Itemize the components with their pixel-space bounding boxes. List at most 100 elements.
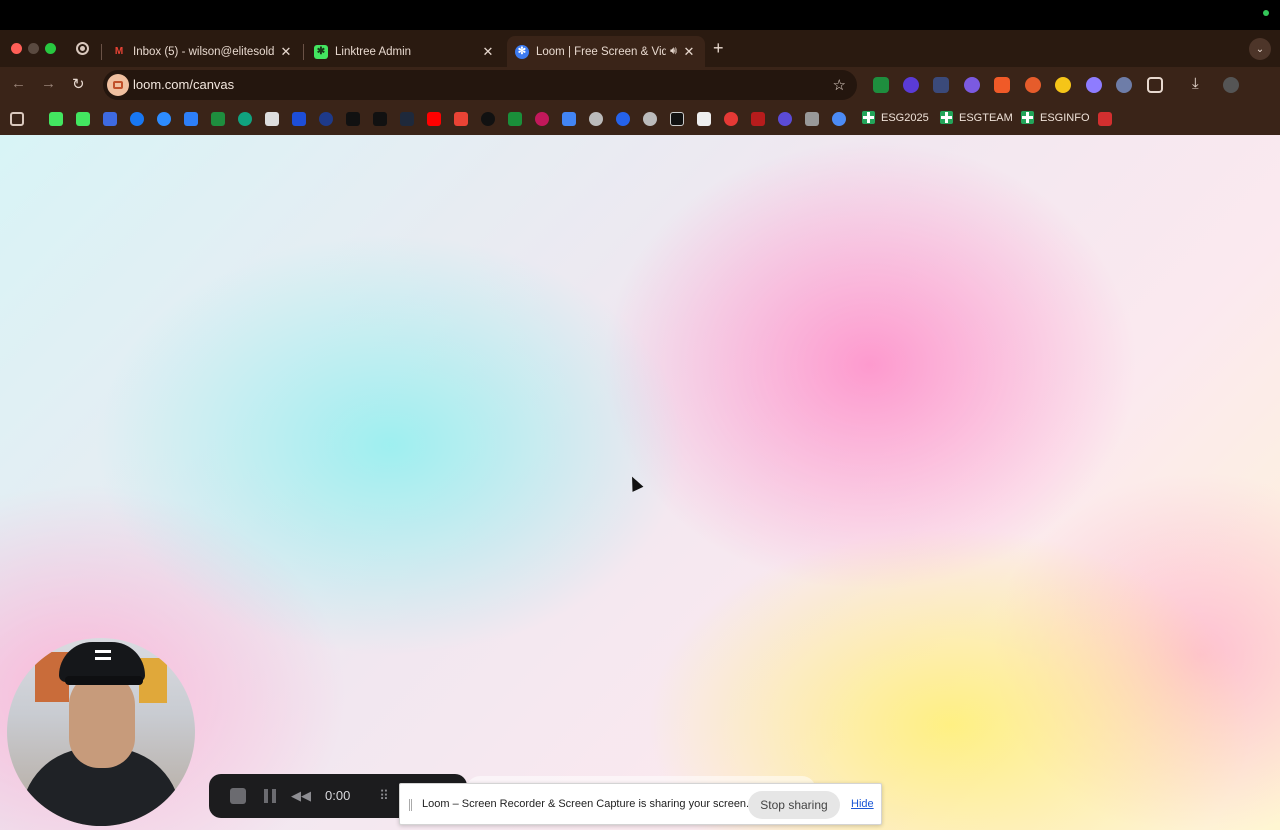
bookmark-f-icon[interactable]: [211, 112, 225, 126]
tab-title: Inbox (5) - wilson@elitesold.c: [133, 45, 274, 58]
bookmark-gemini-icon[interactable]: [832, 112, 846, 126]
bookmark-linktree-icon[interactable]: [76, 112, 90, 126]
screen-record-icon[interactable]: [76, 42, 89, 55]
bookmark-doc-icon[interactable]: [697, 112, 711, 126]
loom-icon: ✻: [515, 44, 529, 59]
downloads-icon[interactable]: ⤓: [1192, 75, 1199, 92]
sheets-icon: [940, 111, 953, 124]
bookmark-pdf-icon[interactable]: [1098, 112, 1112, 126]
bookmark-td-icon[interactable]: [616, 112, 630, 126]
reload-button[interactable]: ↻: [72, 75, 85, 93]
tab-strip: M Inbox (5) - wilson@elitesold.c ✕ ✱ Lin…: [0, 30, 1280, 67]
bookmark-x-icon[interactable]: [292, 112, 306, 126]
bookmark-esginfo[interactable]: ESGINFO: [1021, 111, 1090, 124]
extension-smile-icon[interactable]: [1055, 77, 1071, 93]
tab-title: Linktree Admin: [335, 45, 412, 58]
bookmark-s-icon[interactable]: [130, 112, 144, 126]
bookmark-star-icon[interactable]: ☆: [833, 76, 846, 94]
extension-badge-icon[interactable]: [964, 77, 980, 93]
tab-divider: [101, 44, 102, 60]
hide-link[interactable]: Hide: [851, 798, 874, 810]
pause-recording-button[interactable]: [260, 786, 280, 806]
close-window-button[interactable]: [11, 43, 22, 54]
bookmark-label: ESG2025: [881, 111, 929, 124]
screen-sharing-notification: Loom – Screen Recorder & Screen Capture …: [399, 783, 882, 825]
extension-bug-icon[interactable]: [1025, 77, 1041, 93]
recording-timer: 0:00: [325, 788, 351, 803]
bookmark-icon[interactable]: [103, 112, 117, 126]
bookmark-o-icon[interactable]: [778, 112, 792, 126]
drag-grip-icon[interactable]: [409, 799, 412, 811]
bookmark-f-icon[interactable]: [670, 112, 684, 126]
bookmark-x-icon[interactable]: [373, 112, 387, 126]
sheets-icon: [1021, 111, 1034, 124]
sharing-message: Loom – Screen Recorder & Screen Capture …: [422, 798, 750, 810]
bookmark-icon[interactable]: [535, 112, 549, 126]
stop-recording-button[interactable]: [228, 786, 248, 806]
bookmark-c-icon[interactable]: [157, 112, 171, 126]
stop-sharing-button[interactable]: Stop sharing: [748, 791, 840, 819]
bookmarks-bar: ESG2025 ESGTEAM ESGINFO: [0, 103, 1280, 135]
bookmark-icon[interactable]: [805, 112, 819, 126]
extension-leaf-icon[interactable]: [1086, 77, 1102, 93]
linktree-icon: ✱: [314, 44, 328, 59]
close-tab-icon[interactable]: ✕: [278, 44, 294, 60]
system-menu-bar: [0, 0, 1280, 30]
bookmark-globe-icon[interactable]: [643, 112, 657, 126]
bookmark-cloud-icon[interactable]: [184, 112, 198, 126]
gmail-icon: M: [114, 46, 124, 57]
extensions-puzzle-icon[interactable]: [1147, 77, 1163, 93]
bookmark-icon[interactable]: [481, 112, 495, 126]
cap-logo-icon: [95, 650, 111, 660]
extension-circle-icon[interactable]: [903, 77, 919, 93]
apps-grid-icon[interactable]: [10, 112, 24, 126]
tab-loom[interactable]: ✻ Loom | Free Screen & Vide 🔊︎ ✕: [507, 36, 705, 67]
bookmark-youtube-icon[interactable]: [427, 112, 441, 126]
bookmark-globe-icon[interactable]: [589, 112, 603, 126]
bookmark-linktree-icon[interactable]: [49, 112, 63, 126]
minimize-window-button[interactable]: [28, 43, 39, 54]
back-button[interactable]: ←: [11, 75, 26, 92]
bookmark-x-icon[interactable]: [346, 112, 360, 126]
forward-button[interactable]: →: [41, 75, 56, 92]
drag-handle-icon[interactable]: ⠿: [374, 786, 394, 806]
audio-playing-icon[interactable]: 🔊︎: [670, 45, 677, 58]
tab-divider: [303, 44, 304, 60]
sheets-icon: [862, 111, 875, 124]
address-bar[interactable]: loom.com/canvas ☆: [103, 70, 857, 100]
browser-toolbar: ← → ↻ loom.com/canvas ☆ ⤓: [0, 67, 1280, 103]
browser-frame: M Inbox (5) - wilson@elitesold.c ✕ ✱ Lin…: [0, 30, 1280, 135]
bookmark-calendar-icon[interactable]: [562, 112, 576, 126]
camera-indicator-icon: [1263, 10, 1269, 16]
bookmark-chatgpt-icon[interactable]: [238, 112, 252, 126]
bookmark-o-icon[interactable]: [319, 112, 333, 126]
profile-avatar[interactable]: [1223, 77, 1239, 93]
presenter-face: [69, 672, 135, 768]
bookmark-esgteam[interactable]: ESGTEAM: [940, 111, 1013, 124]
site-info-icon[interactable]: [107, 74, 129, 96]
restart-recording-icon[interactable]: ◀◀: [291, 786, 311, 806]
maximize-window-button[interactable]: [45, 43, 56, 54]
bookmark-td-icon[interactable]: [508, 112, 522, 126]
close-tab-icon[interactable]: ✕: [480, 44, 496, 60]
new-tab-button[interactable]: +: [713, 38, 724, 59]
extension-menu-icon[interactable]: [1116, 77, 1132, 93]
extension-dots-icon[interactable]: [933, 77, 949, 93]
tab-linktree[interactable]: ✱ Linktree Admin ✕: [306, 36, 504, 67]
bookmark-esg2025[interactable]: ESG2025: [862, 111, 929, 124]
tab-title: Loom | Free Screen & Vide: [536, 45, 667, 58]
bookmark-label: ESGTEAM: [959, 111, 1013, 124]
bookmark-x-icon[interactable]: [400, 112, 414, 126]
extension-g-icon[interactable]: [994, 77, 1010, 93]
tab-gmail[interactable]: M Inbox (5) - wilson@elitesold.c ✕: [104, 36, 302, 67]
bookmark-square-icon[interactable]: [265, 112, 279, 126]
bookmark-maps-icon[interactable]: [454, 112, 468, 126]
bookmark-netflix-icon[interactable]: [751, 112, 765, 126]
camera-bubble[interactable]: [7, 638, 195, 826]
address-url[interactable]: loom.com/canvas: [133, 77, 234, 92]
tab-search-button[interactable]: ⌄: [1249, 38, 1271, 60]
close-tab-icon[interactable]: ✕: [681, 44, 697, 60]
mouse-cursor-icon: [626, 474, 644, 492]
bookmark-icon[interactable]: [724, 112, 738, 126]
extension-check-icon[interactable]: [873, 77, 889, 93]
